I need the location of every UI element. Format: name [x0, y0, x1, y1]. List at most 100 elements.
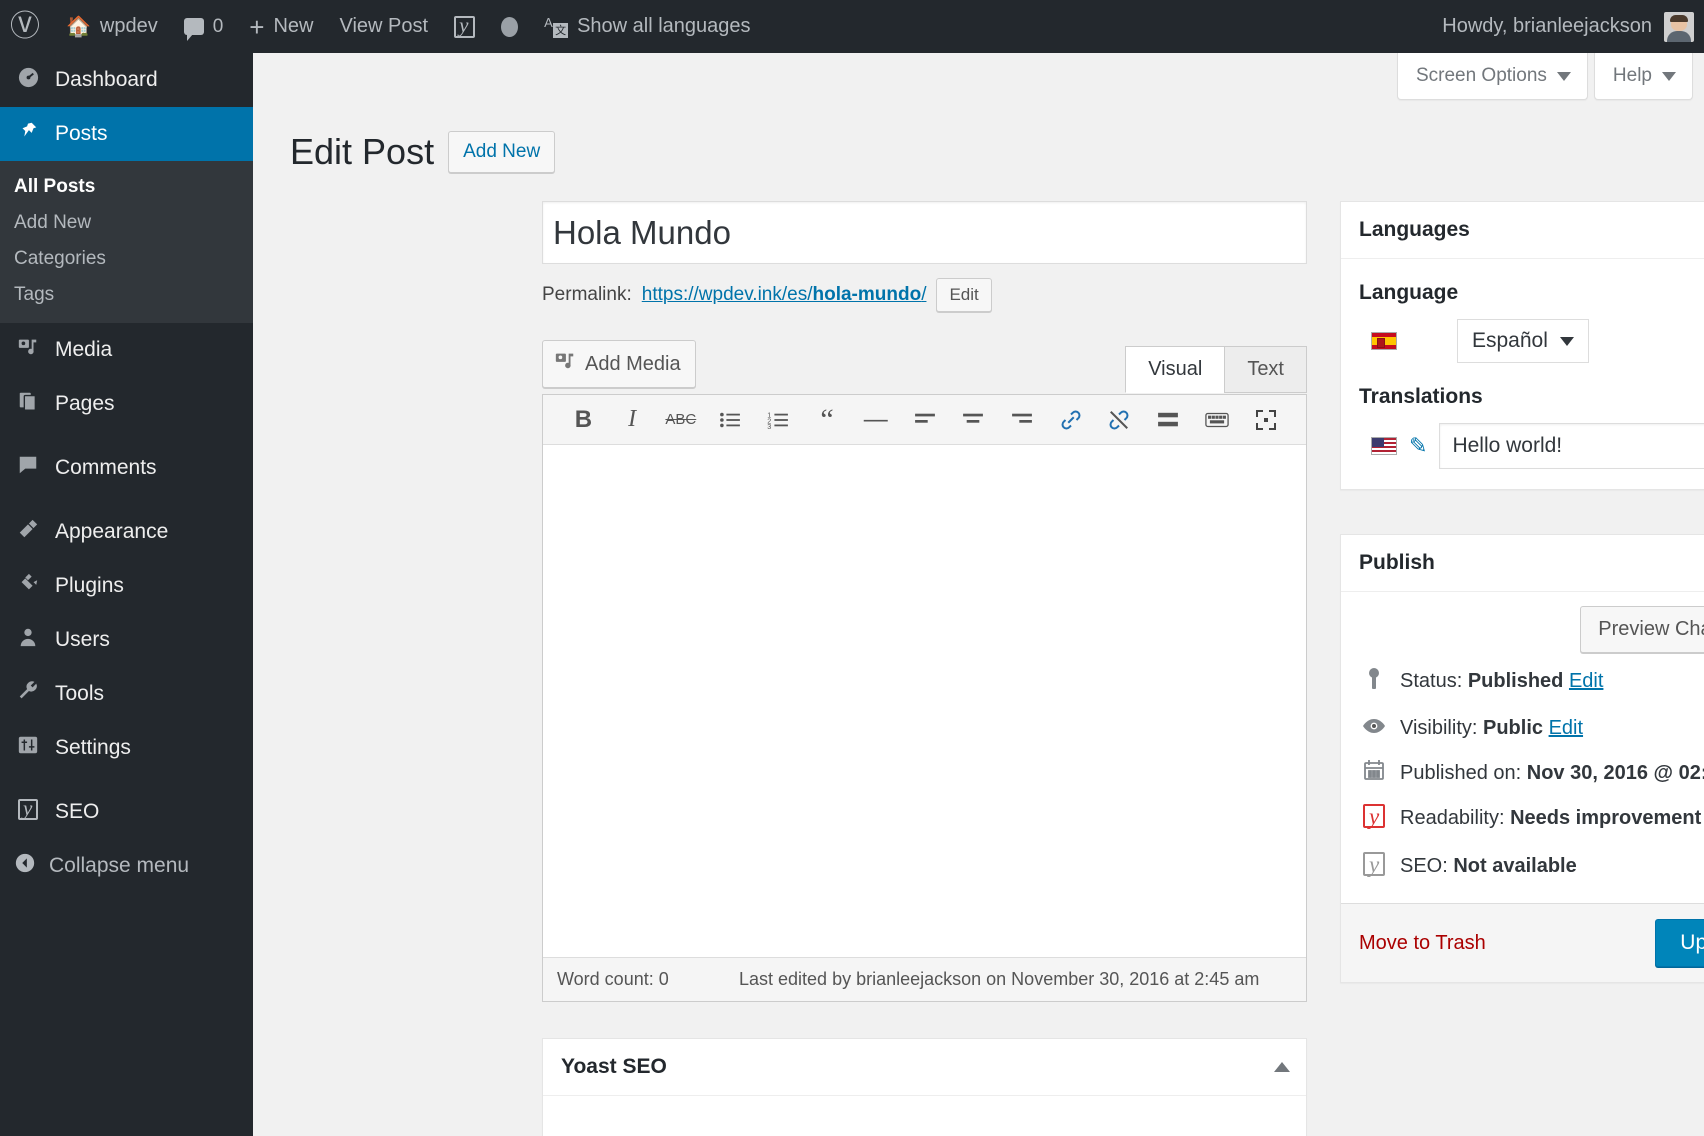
insert-link-icon[interactable]	[1046, 400, 1095, 440]
align-left-icon[interactable]	[900, 400, 949, 440]
editor-mode-tabs: Visual Text	[1125, 346, 1307, 393]
published-value: Nov 30, 2016 @ 02:45	[1526, 761, 1704, 784]
numbered-list-icon[interactable]: 123	[754, 400, 803, 440]
translate-icon: A文	[544, 14, 569, 38]
blockquote-icon[interactable]: “	[803, 400, 852, 440]
preview-changes-button[interactable]: Preview Changes	[1580, 606, 1704, 653]
yoast-adminbar-menu[interactable]	[441, 0, 488, 53]
permalink-slug: hola-mundo	[812, 284, 922, 305]
publish-actions: Move to Trash Update	[1341, 903, 1704, 983]
update-button[interactable]: Update	[1655, 919, 1704, 968]
translation-input[interactable]: Hello world!	[1439, 423, 1704, 469]
visibility-value: Public	[1483, 717, 1544, 740]
permalink-link[interactable]: https://wpdev.ink/es/hola-mundo/	[642, 284, 927, 306]
sidebar-item-posts[interactable]: Posts	[0, 107, 261, 161]
post-title-input[interactable]	[542, 201, 1307, 264]
word-count: Word count: 0	[557, 969, 669, 989]
seo-row: SEO: Not available	[1341, 838, 1704, 885]
view-post-link[interactable]: View Post	[327, 0, 442, 53]
align-right-icon[interactable]	[998, 400, 1047, 440]
align-center-icon[interactable]	[949, 400, 998, 440]
visibility-edit-link[interactable]: Edit	[1549, 717, 1583, 739]
yoast-seo-metabox: Yoast SEO	[542, 1038, 1307, 1136]
readability-text: Readability: Needs improvement	[1400, 804, 1701, 833]
bullet-list-icon[interactable]	[705, 400, 754, 440]
sidebar-item-tools[interactable]: Tools	[0, 667, 253, 721]
horizontal-rule-icon[interactable]: —	[851, 400, 900, 440]
italic-icon[interactable]: I	[608, 400, 657, 440]
fullscreen-icon[interactable]	[1241, 400, 1290, 440]
tab-visual[interactable]: Visual	[1125, 346, 1226, 393]
bold-icon[interactable]: B	[559, 400, 608, 440]
seo-value: Not available	[1453, 854, 1577, 877]
help-button[interactable]: Help	[1593, 53, 1693, 100]
comments-bubble[interactable]: 0	[171, 0, 237, 53]
strikethrough-icon[interactable]: ABC	[656, 400, 705, 440]
site-name-menu[interactable]: 🏠 wpdev	[53, 0, 171, 53]
published-on-row: Published on: Nov 30, 2016 @ 02:45 Edit	[1341, 745, 1704, 790]
help-label: Help	[1612, 65, 1652, 86]
yoast-seo-header[interactable]: Yoast SEO	[543, 1039, 1306, 1096]
sidebar-item-plugins[interactable]: Plugins	[0, 559, 253, 613]
sidebar-item-pages[interactable]: Pages	[0, 377, 253, 431]
seo-label: SEO:	[1400, 854, 1448, 877]
tab-text[interactable]: Text	[1224, 346, 1307, 393]
status-edit-link[interactable]: Edit	[1569, 670, 1603, 692]
languages-header[interactable]: Languages	[1341, 202, 1704, 259]
sidebar-item-add-new[interactable]: Add New	[0, 205, 253, 241]
edit-permalink-button[interactable]: Edit	[936, 278, 992, 312]
sidebar-item-users[interactable]: Users	[0, 613, 253, 667]
remove-link-icon[interactable]	[1095, 400, 1144, 440]
post-body-content: Permalink: https://wpdev.ink/es/hola-mun…	[542, 201, 1307, 1136]
collapse-menu-label: Collapse menu	[49, 854, 190, 877]
sidebar-item-label: SEO	[55, 800, 100, 823]
sidebar-item-label: Pages	[55, 392, 115, 415]
chevron-up-icon[interactable]	[1274, 1062, 1290, 1072]
my-account-menu[interactable]: Howdy, brianleejackson	[1442, 0, 1704, 53]
pin-status-icon	[1361, 667, 1387, 700]
publish-header[interactable]: Publish	[1341, 535, 1704, 592]
language-field-label: Language	[1359, 281, 1459, 304]
add-new-post-button[interactable]: Add New	[448, 131, 556, 173]
language-select[interactable]: Español	[1457, 319, 1589, 363]
keyboard-shortcuts-icon[interactable]	[1193, 400, 1242, 440]
readability-value: Needs improvement	[1510, 807, 1702, 830]
sidebar-item-all-posts[interactable]: All Posts	[0, 169, 253, 205]
yoast-seo-icon	[1361, 848, 1387, 885]
eye-icon	[1361, 714, 1387, 744]
wp-logo-menu[interactable]: Ⓥ	[0, 0, 53, 53]
tools-icon	[14, 680, 42, 708]
languages-body: Language Español Translations ✎ Hello wo…	[1341, 259, 1704, 489]
sidebar-item-comments[interactable]: Comments	[0, 441, 253, 495]
editor-container: B I ABC 123 “ — Word count: 0 Last edite…	[542, 394, 1307, 1002]
admin-sidebar-menu: Dashboard Posts All Posts Add New Catego…	[0, 53, 261, 1136]
languages-label: Show all languages	[577, 15, 751, 37]
permalink-label: Permalink:	[542, 284, 632, 305]
sidebar-item-settings[interactable]: Settings	[0, 721, 253, 775]
sidebar-item-label: Users	[55, 628, 110, 651]
status-dot-menu[interactable]	[488, 0, 531, 53]
show-all-languages-menu[interactable]: A文 Show all languages	[531, 0, 763, 53]
new-content-menu[interactable]: + New	[236, 0, 326, 53]
page-header: Edit Post Add New	[290, 131, 556, 173]
read-more-icon[interactable]	[1144, 400, 1193, 440]
sidebar-item-dashboard[interactable]: Dashboard	[0, 53, 253, 107]
move-to-trash-link[interactable]: Move to Trash	[1359, 932, 1486, 955]
pages-icon	[14, 390, 42, 418]
collapse-menu-button[interactable]: Collapse menu	[0, 839, 253, 893]
add-media-button[interactable]: Add Media	[542, 340, 696, 388]
sidebar-item-seo[interactable]: SEO	[0, 785, 253, 839]
sidebar-item-media[interactable]: Media	[0, 323, 253, 377]
publish-metabox: Publish Preview Changes Status: Publishe…	[1340, 534, 1704, 984]
screen-options-button[interactable]: Screen Options	[1396, 53, 1588, 100]
status-label: Status:	[1400, 670, 1463, 692]
sidebar-postbox-container: Languages Language Español Translations …	[1340, 201, 1704, 984]
editor-content-area[interactable]	[543, 445, 1306, 957]
comments-icon	[14, 454, 42, 482]
sidebar-item-tags[interactable]: Tags	[0, 277, 253, 313]
sidebar-item-appearance[interactable]: Appearance	[0, 505, 253, 559]
flag-us-icon	[1371, 437, 1397, 455]
sidebar-item-categories[interactable]: Categories	[0, 241, 253, 277]
pencil-icon[interactable]: ✎	[1409, 433, 1427, 459]
permalink-row: Permalink: https://wpdev.ink/es/hola-mun…	[542, 278, 1307, 312]
